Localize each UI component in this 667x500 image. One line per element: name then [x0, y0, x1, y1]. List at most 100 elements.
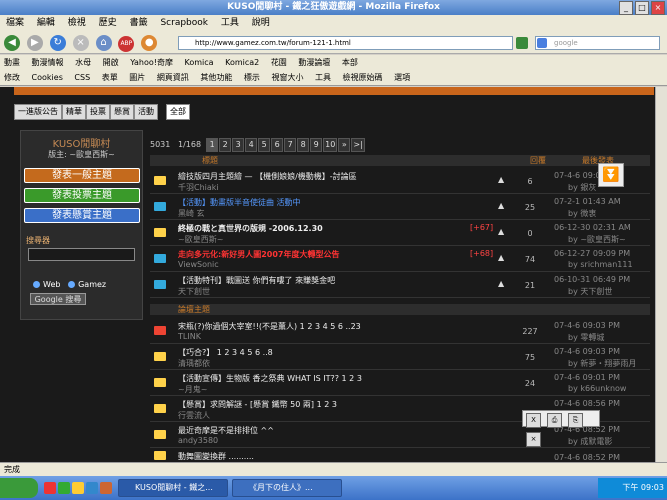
menu-help[interactable]: 說明 [252, 18, 270, 28]
thread-author[interactable]: 天下創世 [178, 286, 210, 297]
excel-icon[interactable]: X [526, 413, 541, 428]
bookmark-item[interactable]: 水母 [75, 58, 91, 67]
thread-author[interactable]: 清瑀都依 [178, 358, 210, 369]
thread-title[interactable]: 【活動宣傳】生物版 香之祭典 WHAT IS IT?? 1 2 3 [178, 373, 362, 384]
page-link[interactable]: 4 [245, 138, 258, 152]
print-icon[interactable]: ⎙ [547, 413, 562, 428]
vertical-scrollbar[interactable] [655, 87, 667, 462]
tab-announcement[interactable]: 一進版公告 [14, 104, 62, 120]
tab-reward[interactable]: 懸賞 [110, 104, 134, 120]
table-row[interactable]: 【活動】動畫版半音使徒曲 活動中 黑崎 玄 ▲ 25 07-2-1 01:43 … [150, 194, 650, 220]
thread-title[interactable]: 繪技版四月主題繪 — 【機側娘娘/機動機】-討論區 [178, 171, 357, 182]
bookmark-item[interactable]: 花園 [271, 58, 287, 67]
thread-title[interactable]: 走向多元化:新好男人圖2007年度大轉型公告 [178, 249, 339, 260]
bookmark-item[interactable]: 本部 [342, 58, 358, 67]
home-icon[interactable]: ⌂ [95, 35, 112, 51]
new-topic-button[interactable]: 發表一般主題 [24, 168, 140, 183]
page-link[interactable]: 6 [271, 138, 284, 152]
url-bar[interactable]: http://www.gamez.com.tw/forum-121-1.html [178, 36, 513, 50]
tab-all[interactable]: 全部 [166, 104, 190, 120]
webdev-item[interactable]: 工具 [315, 73, 331, 82]
thread-author[interactable]: andy3580 [178, 436, 218, 445]
webdev-item[interactable]: 其他功能 [200, 73, 232, 82]
table-row[interactable]: 走向多元化:新好男人圖2007年度大轉型公告 ViewSonic [+68] ▲… [150, 246, 650, 272]
page-link[interactable]: 9 [310, 138, 323, 152]
page-link[interactable]: 10 [323, 138, 338, 152]
page-link[interactable]: 2 [219, 138, 232, 152]
webdev-item[interactable]: 視窗大小 [271, 73, 303, 82]
page-link[interactable]: 8 [297, 138, 310, 152]
adblock-icon[interactable]: ABP [118, 36, 135, 52]
table-row[interactable]: 【巧合?】 1 2 3 4 5 6 ..8 清瑀都依 75 07-4-6 09:… [150, 344, 650, 370]
toolbar-extra-icon[interactable]: ● [141, 35, 158, 51]
thread-author[interactable]: 黑崎 玄 [178, 208, 205, 219]
quicklaunch-icon[interactable] [58, 482, 70, 494]
thread-author[interactable]: 行雲流人 [178, 410, 210, 421]
table-row[interactable]: 【活動宣傳】生物版 香之祭典 WHAT IS IT?? 1 2 3 ~月鬼~ 2… [150, 370, 650, 396]
thread-last-user[interactable]: by 零轉城 [568, 332, 604, 343]
start-button[interactable] [0, 478, 38, 498]
next-page-link[interactable]: » [338, 138, 351, 152]
radio-gamez[interactable] [68, 281, 76, 288]
radio-web[interactable] [33, 281, 40, 288]
thread-title[interactable]: 【活動】動畫版半音使徒曲 活動中 [178, 197, 301, 208]
menu-tools[interactable]: 工具 [221, 18, 239, 28]
menu-file[interactable]: 檔案 [6, 18, 24, 28]
quicklaunch-icon[interactable] [44, 482, 56, 494]
reload-icon[interactable]: ↻ [49, 35, 66, 51]
close-button[interactable]: × [651, 1, 665, 15]
bookmark-item[interactable]: Yahoo!奇摩 [130, 58, 173, 67]
page-link[interactable]: 5 [258, 138, 271, 152]
thread-author[interactable]: ~歐皇西斯~ [178, 234, 223, 245]
search-input[interactable]: google [535, 36, 660, 50]
bookmark-item[interactable]: 動漫論壇 [298, 58, 330, 67]
sidebar-search-input[interactable] [28, 248, 135, 261]
search-engine-icon[interactable] [537, 38, 547, 48]
bookmark-item[interactable]: 動畫 [4, 58, 20, 67]
webdev-item[interactable]: 圖片 [129, 73, 145, 82]
thread-last-user[interactable]: by ~歐皇西斯~ [568, 234, 626, 245]
webdev-item[interactable]: 檢視原始碼 [343, 73, 383, 82]
quicklaunch-icon[interactable] [86, 482, 98, 494]
table-row[interactable]: 【活動特刊】戰圖送 你們有嘍了 來賺獎金吧 天下創世 ▲ 21 06-10-31… [150, 272, 650, 298]
bookmark-item[interactable]: 開啟 [103, 58, 119, 67]
thread-author[interactable]: ~月鬼~ [178, 384, 207, 395]
thread-title[interactable]: 【巧合?】 1 2 3 4 5 6 ..8 [178, 347, 273, 358]
table-row[interactable]: 動舞圖變換群 .......... 07-4-6 08:52 PM [150, 448, 650, 462]
webdev-item[interactable]: Cookies [32, 73, 63, 82]
thread-last-user[interactable]: by 成默電影 [568, 436, 612, 447]
thread-last-user[interactable]: by 新夢・翔夢雨月 [568, 358, 636, 369]
page-link[interactable]: 7 [284, 138, 297, 152]
menu-view[interactable]: 檢視 [68, 18, 86, 28]
thread-title[interactable]: 最近奇摩是不是排排位 ^^ [178, 425, 274, 436]
thread-author[interactable]: TLINK [178, 332, 201, 341]
menu-edit[interactable]: 編輯 [37, 18, 55, 28]
new-poll-button[interactable]: 發表投票主題 [24, 188, 140, 203]
menu-history[interactable]: 歷史 [99, 18, 117, 28]
tab-activity[interactable]: 活動 [134, 104, 158, 120]
webdev-item[interactable]: 網頁資訊 [157, 73, 189, 82]
webdev-item[interactable]: 修改 [4, 73, 20, 82]
maximize-button[interactable]: □ [635, 1, 649, 15]
google-search-button[interactable]: Google 搜尋 [30, 293, 86, 305]
forward-icon[interactable]: ▶ [26, 35, 43, 51]
thread-last-user[interactable]: by srichman111 [568, 260, 633, 269]
minimize-button[interactable]: _ [619, 1, 633, 15]
thread-title[interactable]: 動舞圖變換群 .......... [178, 451, 254, 462]
thread-author[interactable]: ViewSonic [178, 260, 219, 269]
stop-icon[interactable]: × [72, 35, 89, 51]
menu-bookmarks[interactable]: 書籤 [130, 18, 148, 28]
quicklaunch-icon[interactable] [72, 482, 84, 494]
table-row[interactable]: 宋瓶(?)你過個大宰室!!(不是薰人) 1 2 3 4 5 6 ..23 TLI… [150, 318, 650, 344]
webdev-item[interactable]: CSS [74, 73, 90, 82]
thread-author[interactable]: 千羽Chiaki [178, 182, 219, 193]
bookmark-item[interactable]: Komica2 [225, 58, 259, 67]
menu-scrapbook[interactable]: Scrapbook [160, 18, 208, 28]
thread-title[interactable]: 宋瓶(?)你過個大宰室!!(不是薰人) 1 2 3 4 5 6 ..23 [178, 321, 361, 332]
thread-last-user[interactable]: by k66unknow [568, 384, 626, 393]
last-page-link[interactable]: >| [351, 138, 365, 152]
page-link[interactable]: 3 [232, 138, 245, 152]
thread-last-user[interactable]: by 銀灰 [568, 182, 596, 193]
new-reward-button[interactable]: 發表懸賞主題 [24, 208, 140, 223]
copy-icon[interactable]: ⎘ [568, 413, 583, 428]
